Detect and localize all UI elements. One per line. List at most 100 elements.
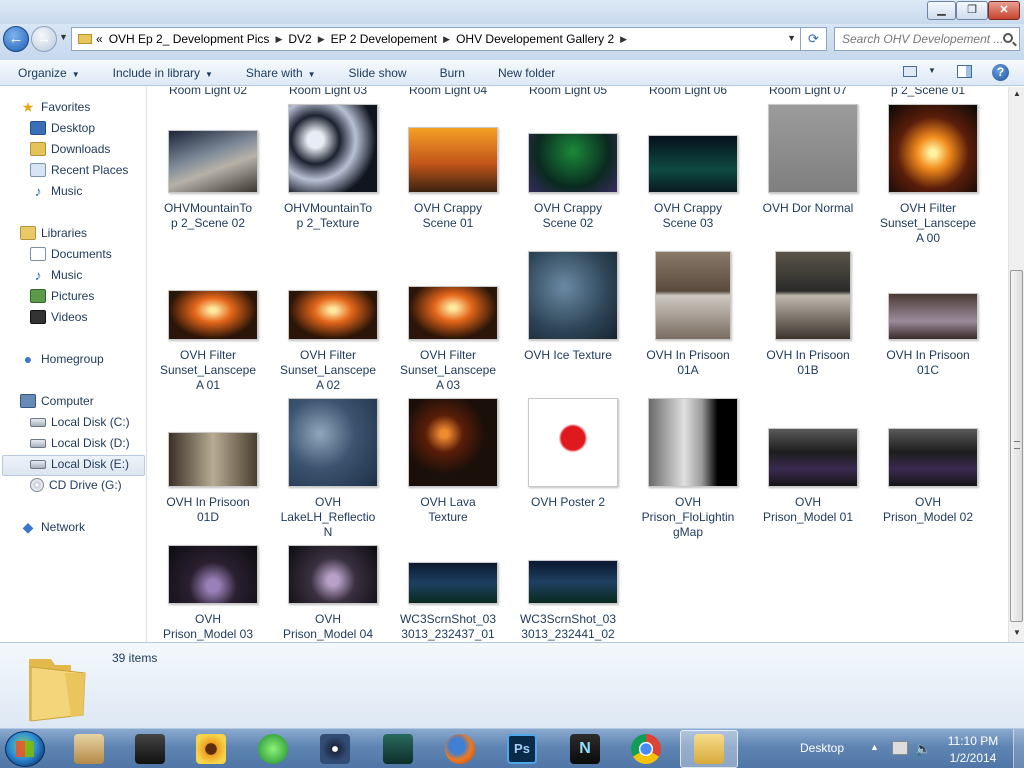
file-thumbnail[interactable] [288, 545, 378, 604]
back-button[interactable]: ← [3, 26, 29, 52]
file-thumbnail[interactable] [528, 398, 618, 487]
file-item-label[interactable]: OVH Prison_Model 03 [148, 612, 268, 642]
taskbar-app-6[interactable] [369, 730, 427, 768]
file-thumbnail[interactable] [408, 398, 498, 487]
breadcrumb-separator-icon[interactable]: ▶ [275, 34, 282, 45]
breadcrumb-separator-icon[interactable]: ▶ [620, 34, 627, 45]
maximize-button[interactable]: ❐ [956, 1, 988, 20]
help-icon[interactable]: ? [992, 64, 1009, 81]
file-thumbnail[interactable] [888, 104, 978, 193]
taskbar-app-5[interactable] [306, 730, 364, 768]
recent-pages-dropdown-icon[interactable]: ▼ [59, 32, 68, 42]
breadcrumb-item[interactable]: DV2 [288, 32, 311, 46]
taskbar-app-firefox[interactable] [431, 730, 489, 768]
search-input[interactable]: Search OHV Developement ... [834, 27, 1020, 51]
file-item-label[interactable]: OVH Crappy Scene 03 [628, 201, 748, 231]
include-in-library-button[interactable]: Include in library ▼ [95, 66, 228, 80]
vertical-scrollbar[interactable]: ▲ ▼ [1008, 87, 1024, 642]
file-thumbnail[interactable] [775, 251, 851, 340]
nav-homegroup[interactable]: ● Homegroup [20, 350, 104, 368]
nav-disk-e[interactable]: Local Disk (E:) [30, 455, 129, 473]
taskbar-app-photoshop[interactable]: Ps [493, 730, 551, 768]
file-thumbnail[interactable] [168, 545, 258, 604]
nav-libraries[interactable]: Libraries [20, 224, 87, 242]
file-item-label[interactable]: OVH Prison_FloLightin gMap [628, 495, 748, 540]
taskbar-app-4[interactable] [244, 730, 302, 768]
file-thumbnail[interactable] [288, 104, 378, 193]
file-item-label[interactable]: OVH Prison_Model 02 [868, 495, 988, 525]
file-thumbnail[interactable] [528, 251, 618, 340]
file-item-label[interactable]: OVH Dor Normal [748, 201, 868, 216]
slide-show-button[interactable]: Slide show [331, 66, 422, 80]
file-thumbnail[interactable] [168, 130, 258, 193]
organize-button[interactable]: Organize ▼ [0, 66, 95, 80]
close-button[interactable]: ✕ [988, 1, 1020, 20]
file-item-label[interactable]: OVH Filter Sunset_Lanscepe A 02 [268, 348, 388, 393]
file-item-label[interactable]: WC3ScrnShot_03 3013_232441_02 [508, 612, 628, 642]
file-item-label[interactable]: OVH In Prisoon 01C [868, 348, 988, 378]
nav-downloads[interactable]: Downloads [30, 140, 110, 158]
nav-recent-places[interactable]: Recent Places [30, 161, 128, 179]
breadcrumb-separator-icon[interactable]: ▶ [318, 34, 325, 45]
nav-favorites[interactable]: ★ Favorites [20, 98, 91, 116]
breadcrumb-overflow[interactable]: « [96, 32, 103, 46]
file-thumbnail[interactable] [655, 251, 731, 340]
file-thumbnail[interactable] [768, 428, 858, 487]
file-thumbnail[interactable] [768, 104, 858, 193]
file-item-label[interactable]: OVH Prison_Model 04 [268, 612, 388, 642]
volume-icon[interactable]: 🔈 [915, 741, 931, 757]
share-with-button[interactable]: Share with ▼ [228, 66, 331, 80]
burn-button[interactable]: Burn [422, 66, 480, 80]
taskbar-app-2[interactable] [121, 730, 179, 768]
search-icon[interactable] [1003, 33, 1013, 43]
show-desktop-button[interactable] [1013, 729, 1024, 769]
file-thumbnail[interactable] [288, 290, 378, 340]
file-item-label[interactable]: Room Light 03 [268, 87, 388, 98]
file-thumbnail[interactable] [888, 428, 978, 487]
address-dropdown-icon[interactable]: ▼ [787, 33, 796, 43]
file-item-label[interactable]: OVH Crappy Scene 02 [508, 201, 628, 231]
file-item-label[interactable]: OVH In Prisoon 01B [748, 348, 868, 378]
nav-desktop[interactable]: Desktop [30, 119, 95, 137]
breadcrumb-item[interactable]: OVH Ep 2_ Development Pics [109, 32, 270, 46]
file-item-label[interactable]: Room Light 04 [388, 87, 508, 98]
taskbar-app-explorer[interactable] [680, 730, 738, 768]
file-item-label[interactable]: OVH Filter Sunset_Lanscepe A 01 [148, 348, 268, 393]
file-item-label[interactable]: OVH In Prisoon 01A [628, 348, 748, 378]
breadcrumb-separator-icon[interactable]: ▶ [443, 34, 450, 45]
file-item-label[interactable]: OHVMountainTo p 2_Texture [268, 201, 388, 231]
breadcrumb-item[interactable]: EP 2 Developement [331, 32, 438, 46]
change-view-icon[interactable] [903, 66, 917, 77]
file-thumbnail[interactable] [408, 127, 498, 193]
file-item-label[interactable]: OVH Lava Texture [388, 495, 508, 525]
taskbar-app-3[interactable] [182, 730, 240, 768]
nav-pictures[interactable]: Pictures [30, 287, 94, 305]
address-bar[interactable]: « OVH Ep 2_ Development Pics ▶ DV2 ▶ EP … [71, 27, 801, 51]
desktop-toolbar-label[interactable]: Desktop [800, 741, 844, 755]
nav-music-favorite[interactable]: ♪ Music [30, 182, 83, 200]
file-item-label[interactable]: OVH Crappy Scene 01 [388, 201, 508, 231]
scroll-down-icon[interactable]: ▼ [1013, 628, 1021, 637]
clock-time[interactable]: 11:10 PM [938, 734, 1008, 748]
scroll-up-icon[interactable]: ▲ [1013, 89, 1021, 98]
taskbar-app-1[interactable] [60, 730, 118, 768]
file-item-label[interactable]: OVH In Prisoon 01D [148, 495, 268, 525]
file-item-label[interactable]: Room Light 07 [748, 87, 868, 98]
taskbar-app-nuke[interactable]: N [556, 730, 614, 768]
nav-network[interactable]: ◆ Network [20, 518, 85, 536]
file-thumbnail[interactable] [888, 293, 978, 340]
file-thumbnail[interactable] [168, 432, 258, 487]
file-item-label[interactable]: Room Light 06 [628, 87, 748, 98]
nav-computer[interactable]: Computer [20, 392, 94, 410]
file-thumbnail[interactable] [408, 286, 498, 340]
file-item-label[interactable]: OVH Filter Sunset_Lanscepe A 00 [868, 201, 988, 246]
file-item-label[interactable]: OVH Ice Texture [508, 348, 628, 363]
nav-documents[interactable]: Documents [30, 245, 112, 263]
file-item-label[interactable]: OVH Filter Sunset_Lanscepe A 03 [388, 348, 508, 393]
start-button[interactable] [5, 731, 45, 767]
file-item-label[interactable]: OHVMountainTo p 2_Scene 02 [148, 201, 268, 231]
breadcrumb-item[interactable]: OHV Developement Gallery 2 [456, 32, 614, 46]
chevron-down-icon[interactable]: ▼ [928, 66, 936, 75]
file-thumbnail[interactable] [288, 398, 378, 487]
scrollbar-thumb[interactable] [1010, 270, 1023, 622]
